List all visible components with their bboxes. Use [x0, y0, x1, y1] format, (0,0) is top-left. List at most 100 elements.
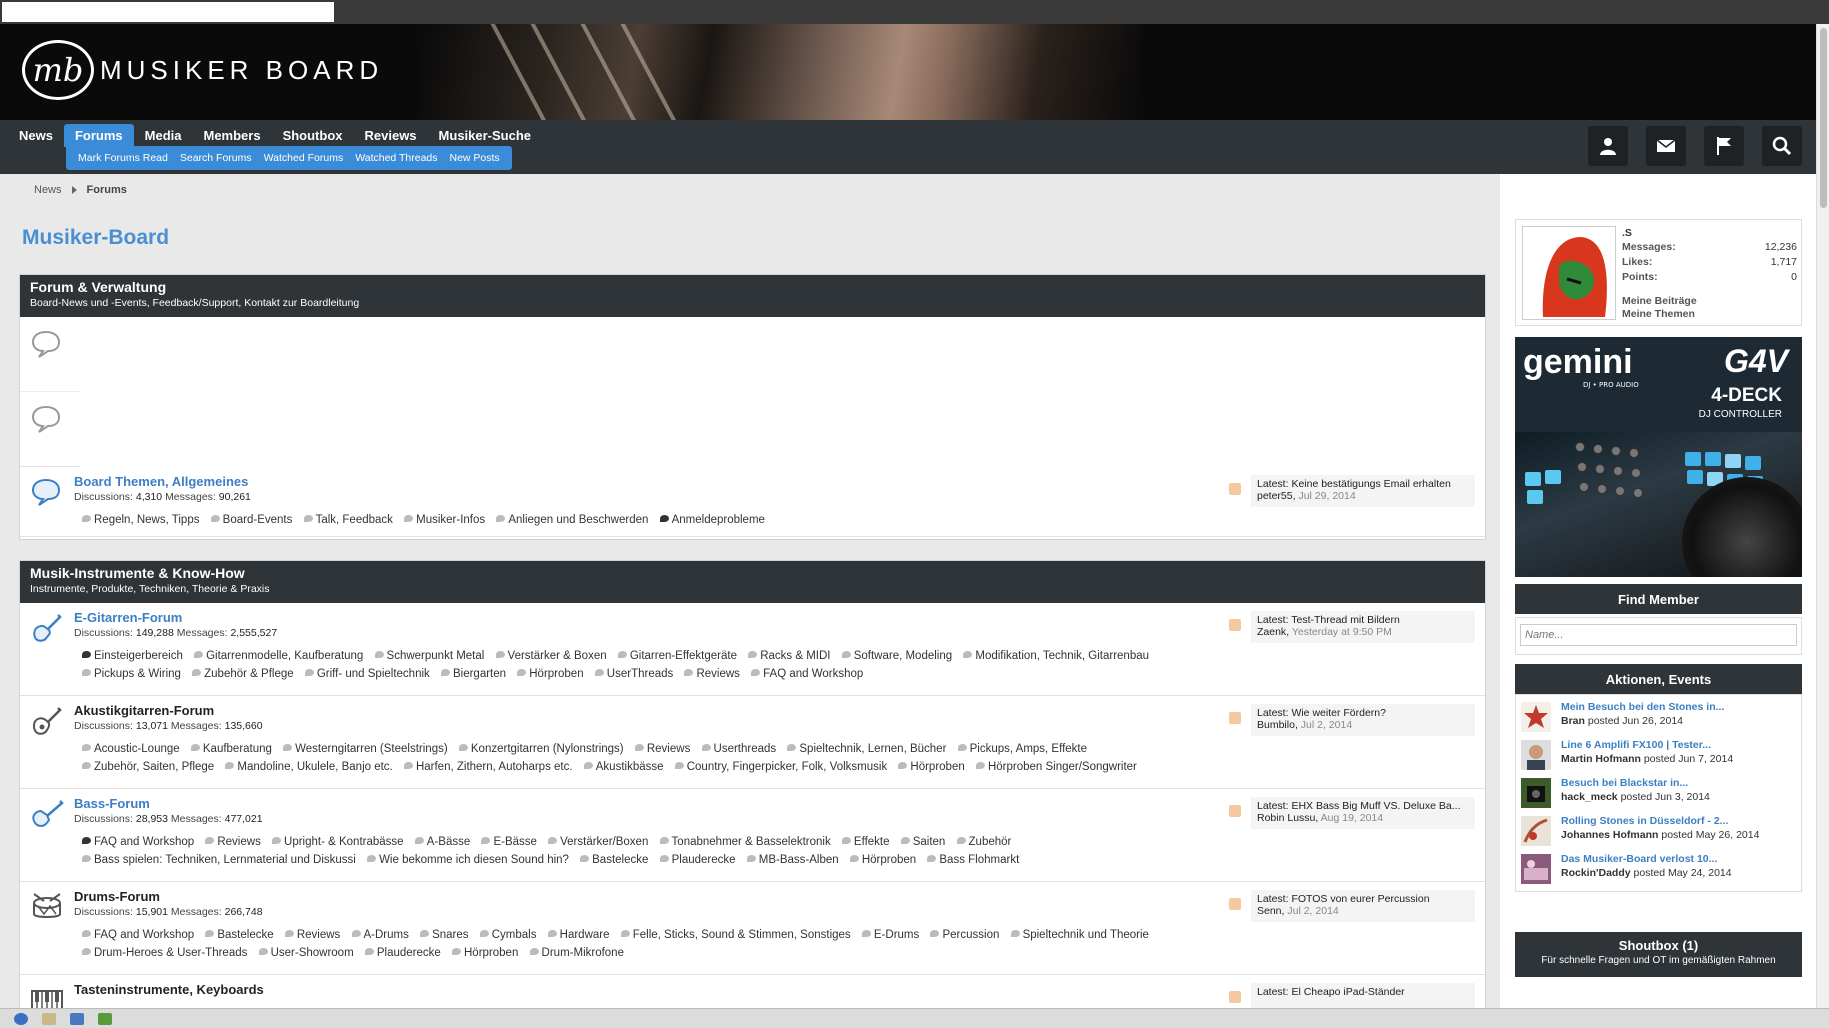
- subforum-link[interactable]: FAQ and Workshop: [751, 665, 863, 683]
- category-title[interactable]: Forum & Verwaltung: [30, 279, 1475, 295]
- subforum-link[interactable]: Plauderecke: [364, 944, 441, 962]
- subforum-link[interactable]: Reviews: [284, 926, 340, 944]
- subforum-link[interactable]: Talk, Feedback: [303, 511, 393, 529]
- subforum-link[interactable]: Tonabnehmer & Basselektronik: [659, 833, 831, 851]
- find-member-input[interactable]: [1520, 624, 1797, 646]
- address-bar[interactable]: [2, 2, 334, 22]
- subforum-link[interactable]: Regeln, News, Tipps: [82, 511, 199, 529]
- subforum-link[interactable]: Software, Modeling: [841, 647, 952, 665]
- subforum-link[interactable]: Harfen, Zithern, Autoharps etc.: [403, 758, 573, 776]
- subforum-link[interactable]: UserThreads: [594, 665, 673, 683]
- subforum-link[interactable]: Bass Flohmarkt: [927, 851, 1019, 869]
- subforum-link[interactable]: MB-Bass-Alben: [746, 851, 839, 869]
- subforum-link[interactable]: E-Drums: [861, 926, 919, 944]
- subforum-link[interactable]: Zubehör, Saiten, Pflege: [82, 758, 214, 776]
- search-icon[interactable]: [1762, 126, 1802, 166]
- latest-title[interactable]: Latest: Keine bestätigungs Email erhalte…: [1257, 478, 1469, 490]
- tab-musiker-suche[interactable]: Musiker-Suche: [428, 124, 542, 147]
- subforum-link[interactable]: Hardware: [547, 926, 610, 944]
- subforum-link[interactable]: Bass spielen: Techniken, Lernmaterial un…: [82, 851, 356, 869]
- subforum-link[interactable]: Schwerpunkt Metal: [374, 647, 484, 665]
- latest-post[interactable]: Latest: Wie weiter Fördern? Bumbilo, Jul…: [1251, 704, 1475, 736]
- subforum-link[interactable]: Spieltechnik, Lernen, Bücher: [787, 740, 946, 758]
- subforum-link[interactable]: Anliegen und Beschwerden: [496, 511, 648, 529]
- subforum-link[interactable]: Drum-Heroes & User-Threads: [82, 944, 247, 962]
- subforum-link[interactable]: Reviews: [684, 665, 740, 683]
- mark-forums-read-link[interactable]: Mark Forums Read: [72, 152, 174, 164]
- subforum-link[interactable]: Percussion: [930, 926, 999, 944]
- tab-news[interactable]: News: [8, 124, 64, 147]
- mail-icon[interactable]: [1646, 126, 1686, 166]
- breadcrumb-news[interactable]: News: [34, 184, 62, 196]
- latest-post[interactable]: Latest: FOTOS von eurer Percussion Senn,…: [1251, 890, 1475, 922]
- subforum-link[interactable]: Plauderecke: [659, 851, 736, 869]
- browser-app-icon[interactable]: [70, 1012, 84, 1025]
- subforum-link[interactable]: Bastelecke: [580, 851, 648, 869]
- subforum-link[interactable]: Board-Events: [210, 511, 292, 529]
- tab-reviews[interactable]: Reviews: [354, 124, 428, 147]
- subforum-link[interactable]: E-Bässe: [481, 833, 537, 851]
- subforum-link[interactable]: Upright- & Kontrabässe: [272, 833, 404, 851]
- vertical-scrollbar[interactable]: [1816, 24, 1829, 1008]
- subforum-link[interactable]: Modifikation, Technik, Gitarrenbau: [963, 647, 1149, 665]
- subforum-link[interactable]: Akustikbässe: [583, 758, 664, 776]
- latest-title[interactable]: Latest: Test-Thread mit Bildern: [1257, 614, 1469, 626]
- scrollbar-thumb[interactable]: [1820, 28, 1827, 208]
- rss-icon[interactable]: [1229, 898, 1241, 910]
- latest-user[interactable]: peter55: [1257, 490, 1293, 502]
- subforum-link[interactable]: Mandoline, Ukulele, Banjo etc.: [225, 758, 393, 776]
- category-title[interactable]: Musik-Instrumente & Know-How: [30, 565, 1475, 581]
- forum-title[interactable]: E-Gitarren-Forum: [74, 610, 182, 625]
- subforum-link[interactable]: Hörproben: [452, 944, 518, 962]
- tab-shoutbox[interactable]: Shoutbox: [272, 124, 354, 147]
- tab-forums[interactable]: Forums: [63, 124, 134, 147]
- app-icon[interactable]: [98, 1012, 112, 1025]
- latest-post[interactable]: Latest: Keine bestätigungs Email erhalte…: [1251, 475, 1475, 507]
- event-title[interactable]: Besuch bei Blackstar in...: [1561, 777, 1688, 789]
- latest-title[interactable]: Latest: EHX Bass Big Muff VS. Deluxe Ba.…: [1257, 800, 1469, 812]
- subforum-link[interactable]: Reviews: [634, 740, 690, 758]
- mail-app-icon[interactable]: [42, 1012, 56, 1025]
- my-threads-link[interactable]: Meine Themen: [1622, 308, 1797, 321]
- subforum-link[interactable]: Spieltechnik und Theorie: [1010, 926, 1149, 944]
- subforum-link[interactable]: Gitarren-Effektgeräte: [617, 647, 737, 665]
- subforum-link[interactable]: Westerngitarren (Steelstrings): [283, 740, 448, 758]
- subforum-link[interactable]: Biergarten: [440, 665, 506, 683]
- start-icon[interactable]: [14, 1012, 28, 1025]
- subforum-link[interactable]: Acoustic-Lounge: [82, 740, 180, 758]
- subforum-link[interactable]: FAQ and Workshop: [82, 926, 194, 944]
- latest-post[interactable]: Latest: El Cheapo iPad-Ständer: [1251, 983, 1475, 1008]
- forum-title[interactable]: Bass-Forum: [74, 796, 150, 811]
- forum-title[interactable]: Drums-Forum: [74, 889, 160, 904]
- subforum-link[interactable]: Cymbals: [479, 926, 536, 944]
- search-forums-link[interactable]: Search Forums: [174, 152, 258, 164]
- forum-title[interactable]: Board Themen, Allgemeines: [74, 474, 248, 489]
- subforum-link[interactable]: Konzertgitarren (Nylonstrings): [458, 740, 624, 758]
- latest-title[interactable]: Latest: El Cheapo iPad-Ständer: [1257, 986, 1469, 998]
- subforum-link[interactable]: Felle, Sticks, Sound & Stimmen, Sonstige…: [620, 926, 851, 944]
- subforum-link[interactable]: Anmeldeprobleme: [659, 511, 765, 529]
- event-title[interactable]: Rolling Stones in Düsseldorf - 2...: [1561, 815, 1728, 827]
- subforum-link[interactable]: Musiker-Infos: [404, 511, 485, 529]
- tab-media[interactable]: Media: [134, 124, 193, 147]
- breadcrumb-forums[interactable]: Forums: [87, 184, 127, 196]
- latest-user[interactable]: Senn: [1257, 905, 1282, 917]
- latest-title[interactable]: Latest: Wie weiter Fördern?: [1257, 707, 1469, 719]
- site-logo[interactable]: mb MUSIKER BOARD: [22, 40, 383, 100]
- gemini-ad-banner[interactable]: gemini DJ • PRO AUDIO G4V 4-DECK DJ CONT…: [1515, 337, 1802, 577]
- rss-icon[interactable]: [1229, 991, 1241, 1003]
- subforum-link[interactable]: Bastelecke: [205, 926, 274, 944]
- new-posts-link[interactable]: New Posts: [444, 152, 506, 164]
- subforum-link[interactable]: Country, Fingerpicker, Folk, Volksmusik: [674, 758, 887, 776]
- rss-icon[interactable]: [1229, 805, 1241, 817]
- event-item[interactable]: Rolling Stones in Düsseldorf - 2... Joha…: [1521, 812, 1796, 850]
- rss-icon[interactable]: [1229, 712, 1241, 724]
- latest-user[interactable]: Zaenk: [1257, 626, 1286, 638]
- subforum-link[interactable]: Hörproben: [849, 851, 916, 869]
- subforum-link[interactable]: Kaufberatung: [190, 740, 272, 758]
- subforum-link[interactable]: A-Drums: [351, 926, 409, 944]
- latest-user[interactable]: Bumbilo: [1257, 719, 1295, 731]
- subforum-link[interactable]: Gitarrenmodelle, Kaufberatung: [194, 647, 363, 665]
- subforum-link[interactable]: Zubehör: [956, 833, 1011, 851]
- visitor-name[interactable]: .S: [1622, 226, 1797, 240]
